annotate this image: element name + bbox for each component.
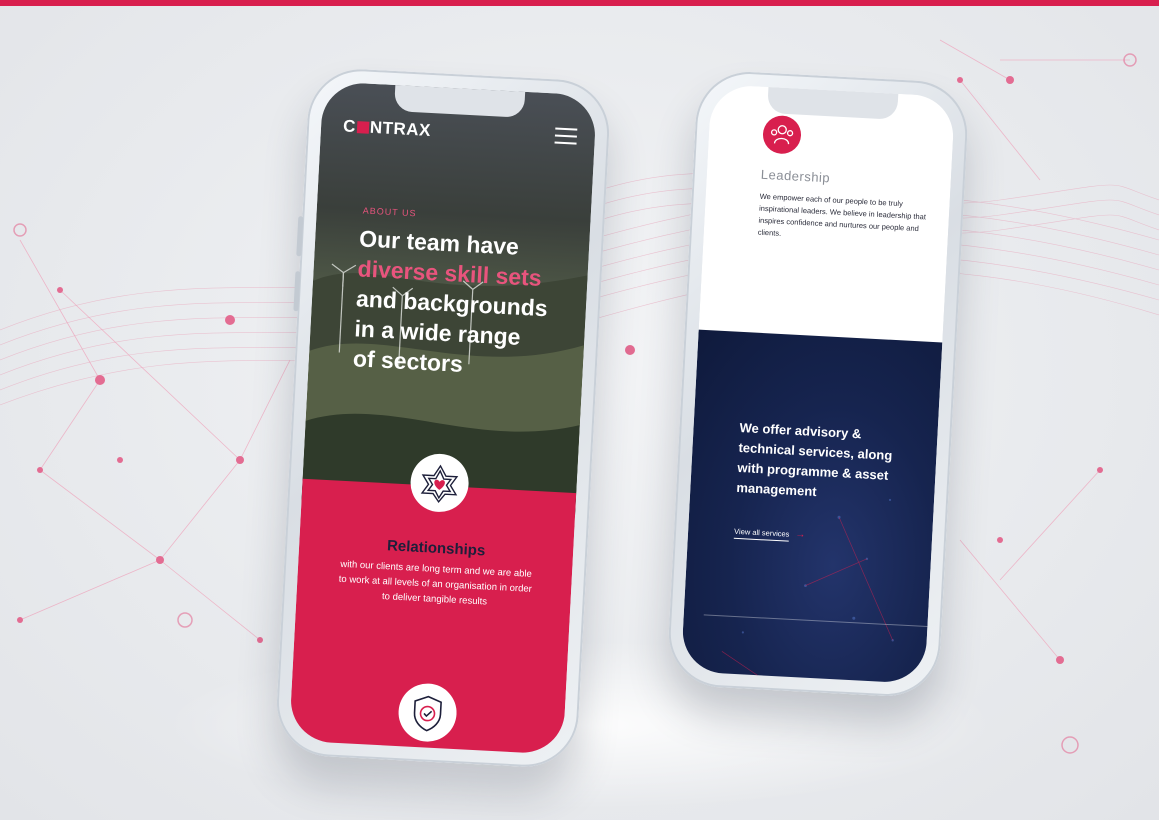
side-button <box>293 271 301 312</box>
brand-logo-suffix: NTRAX <box>369 117 432 140</box>
brand-logo-prefix: C <box>342 116 357 137</box>
services-heading: We offer advisory & technical services, … <box>736 419 893 500</box>
brand-logo-mark <box>356 121 370 134</box>
leadership-body: We empower each of our people to be trul… <box>757 191 927 238</box>
view-all-services-link[interactable]: View all services → <box>733 526 806 542</box>
arrow-right-icon: → <box>795 529 806 541</box>
side-button <box>296 216 304 257</box>
shield-check-icon <box>397 682 459 744</box>
services-section <box>680 329 943 684</box>
hamburger-icon[interactable] <box>554 127 578 149</box>
hero-headline: Our team have diverse skill sets and bac… <box>352 223 570 384</box>
network-texture <box>681 498 894 684</box>
phone-screen-left: C NTRAX ABOUT US Our team have diverse sk… <box>288 81 598 755</box>
phone-mockup-right: Leadership We empower each of our people… <box>666 69 970 699</box>
phone-screen-right: Leadership We empower each of our people… <box>680 84 956 684</box>
people-icon <box>762 114 802 155</box>
mandala-heart-icon <box>409 452 471 514</box>
phone-mockup-left: C NTRAX ABOUT US Our team have diverse sk… <box>274 66 612 770</box>
